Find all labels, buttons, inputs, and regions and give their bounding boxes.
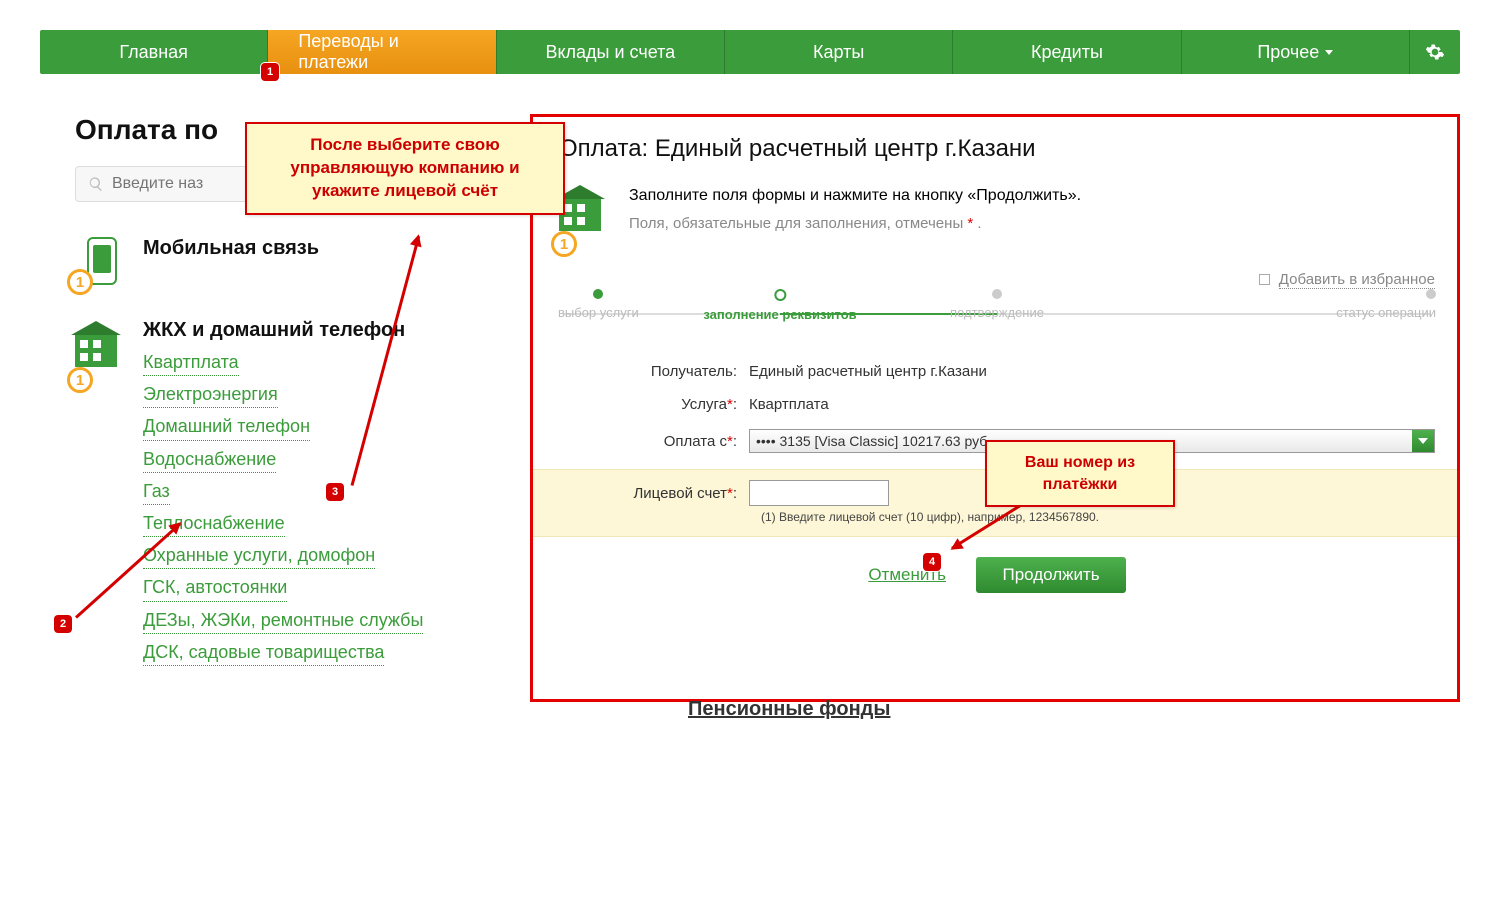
panel-title: Оплата: Единый расчетный центр г.Казани [559, 135, 1435, 163]
category-title[interactable]: Мобильная связь [143, 237, 510, 260]
house-icon: 1 [75, 319, 127, 672]
add-favorite-link[interactable]: Добавить в избранное [1279, 271, 1435, 289]
account-input[interactable] [749, 480, 889, 506]
partial-link-pension[interactable]: Пенсионные фонды [688, 698, 890, 721]
nav-deposits[interactable]: Вклады и счета [497, 30, 725, 74]
nav-main[interactable]: Главная [40, 30, 268, 74]
step-ring: 1 [67, 269, 93, 295]
dropdown-button[interactable] [1412, 430, 1434, 452]
row-recipient: Получатель: Единый расчетный центр г.Каз… [559, 363, 1435, 380]
wizard-step-2: заполнение реквизитов [703, 289, 856, 322]
link-home-phone[interactable]: Домашний телефон [143, 414, 310, 440]
label-payfrom: Оплата с*: [559, 433, 749, 450]
instruction-row: 1 Заполните поля формы и нажмите на кноп… [559, 183, 1435, 251]
gear-icon [1425, 42, 1445, 62]
nav-settings[interactable] [1410, 30, 1460, 74]
top-nav: Главная Переводы и платежи Вклады и счет… [40, 30, 1460, 74]
nav-label: Переводы и платежи [298, 31, 465, 73]
favorite-row: Добавить в избранное [559, 271, 1435, 289]
link-gsk[interactable]: ГСК, автостоянки [143, 575, 287, 601]
instruction-text: Заполните поля формы и нажмите на кнопку… [629, 183, 1081, 209]
nav-cards[interactable]: Карты [725, 30, 953, 74]
required-note: Поля, обязательные для заполнения, отмеч… [629, 215, 1081, 232]
phone-icon: 1 [75, 237, 127, 289]
step-ring: 1 [67, 367, 93, 393]
value-service: Квартплата [749, 396, 1435, 413]
payment-panel: Оплата: Единый расчетный центр г.Казани … [530, 114, 1460, 702]
row-service: Услуга*: Квартплата [559, 396, 1435, 413]
link-electricity[interactable]: Электроэнергия [143, 382, 278, 408]
account-hint: (1) Введите лицевой счет (10 цифр), напр… [735, 510, 1457, 530]
value-recipient: Единый расчетный центр г.Казани [749, 363, 1435, 380]
actions-row: Отменить Продолжить [559, 557, 1435, 593]
label-recipient: Получатель: [559, 363, 749, 380]
link-heating[interactable]: Теплоснабжение [143, 511, 285, 537]
link-security[interactable]: Охранные услуги, домофон [143, 543, 375, 569]
chevron-down-icon [1325, 50, 1333, 55]
nav-credits[interactable]: Кредиты [953, 30, 1181, 74]
annotation-badge-4: 4 [923, 553, 941, 571]
link-gas[interactable]: Газ [143, 479, 170, 505]
step-ring: 1 [551, 231, 577, 257]
category-title[interactable]: ЖКХ и домашний телефон [143, 319, 510, 342]
bookmark-icon [1259, 274, 1270, 285]
link-water[interactable]: Водоснабжение [143, 447, 276, 473]
callout-your-number: Ваш номер из платёжки [985, 440, 1175, 507]
nav-transfers-payments[interactable]: Переводы и платежи [268, 30, 496, 74]
chevron-down-icon [1418, 438, 1428, 444]
wizard-step-4: статус операции [1336, 289, 1436, 320]
payfrom-value: •••• 3135 [Visa Classic] 10217.63 руб. [756, 433, 991, 449]
nav-label: Прочее [1257, 42, 1319, 63]
wizard-steps: выбор услуги заполнение реквизитов подтв… [563, 303, 1431, 333]
annotation-badge-2: 2 [54, 615, 72, 633]
callout-select-company: После выберите свою управляющую компанию… [245, 122, 565, 215]
link-kvartplata[interactable]: Квартплата [143, 350, 239, 376]
category-mobile: 1 Мобильная связь [75, 237, 510, 289]
wizard-step-3: подтверждение [950, 289, 1044, 320]
continue-button[interactable]: Продолжить [976, 557, 1125, 593]
annotation-badge-3: 3 [326, 483, 344, 501]
annotation-badge-1: 1 [261, 63, 279, 81]
label-account: Лицевой счет*: [559, 485, 749, 502]
nav-other[interactable]: Прочее [1182, 30, 1410, 74]
wizard-step-1: выбор услуги [558, 289, 639, 320]
link-dsk[interactable]: ДСК, садовые товарищества [143, 640, 384, 666]
house-icon: 1 [559, 183, 615, 251]
category-utilities: 1 ЖКХ и домашний телефон Квартплата Элек… [75, 319, 510, 672]
search-icon [88, 176, 104, 192]
label-service: Услуга*: [559, 396, 749, 413]
link-dez[interactable]: ДЕЗы, ЖЭКи, ремонтные службы [143, 608, 423, 634]
